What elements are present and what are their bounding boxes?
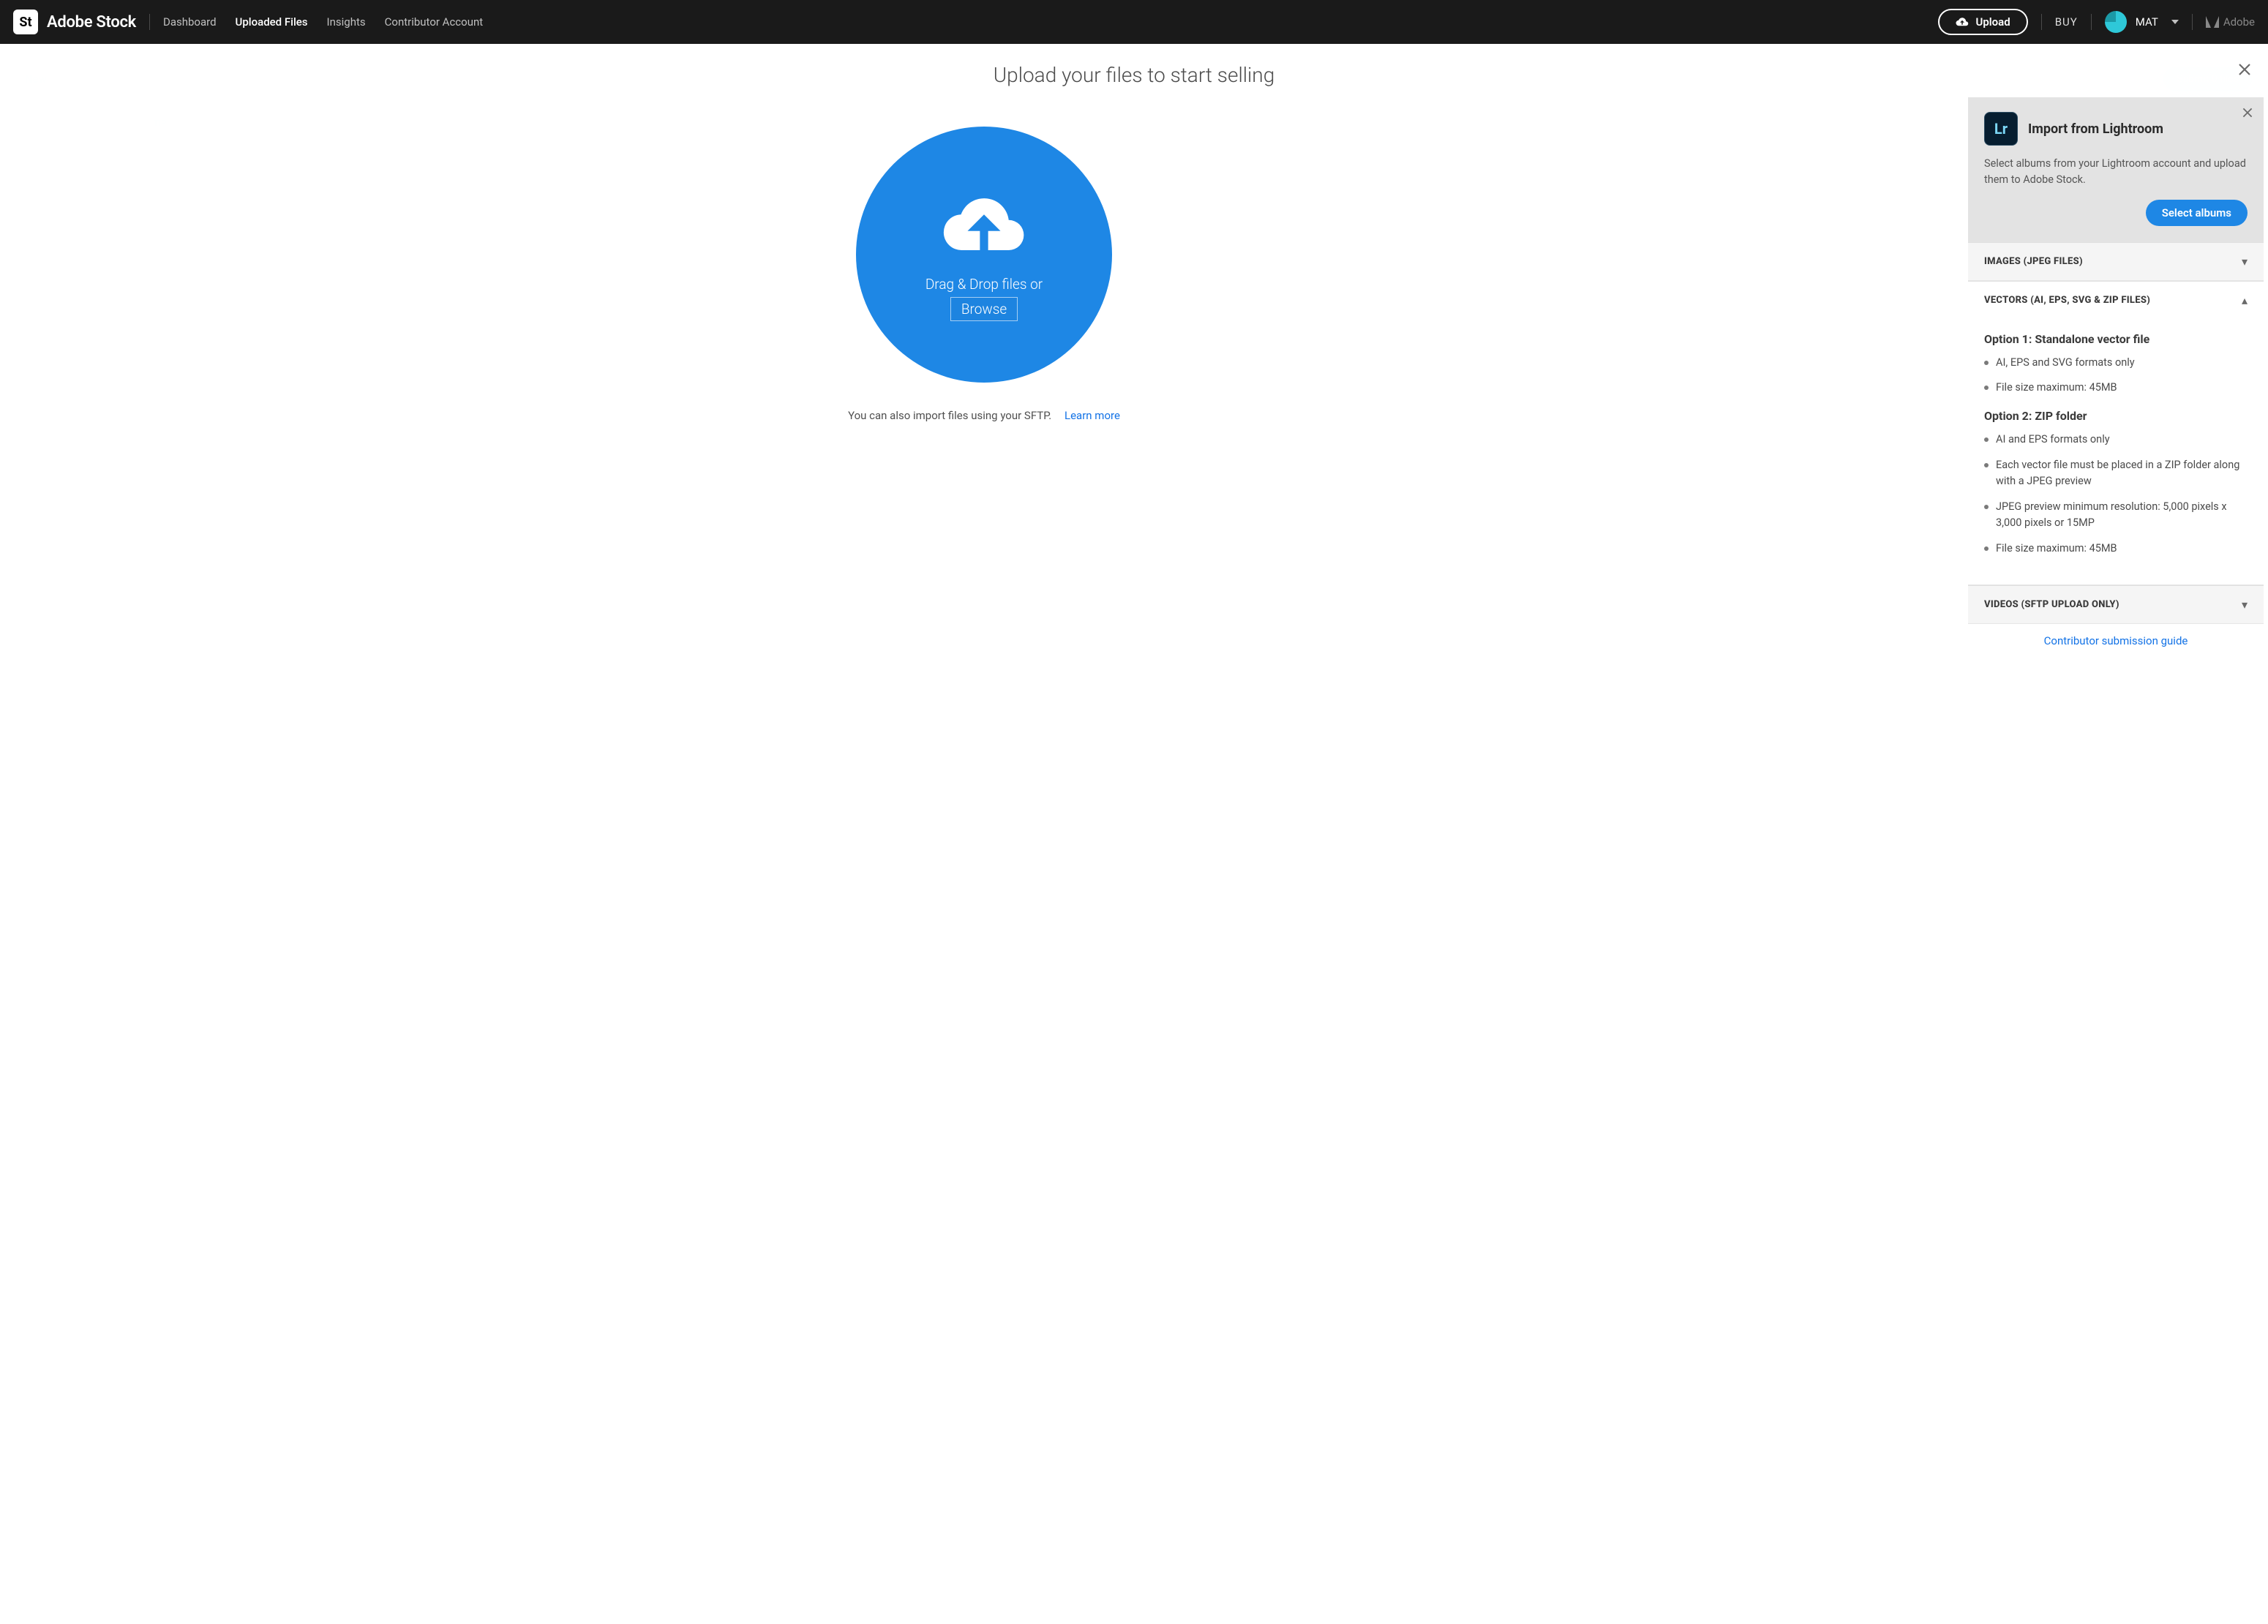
vectors-option2-bullet: File size maximum: 45MB xyxy=(1984,541,2248,557)
logo-block[interactable]: St Adobe Stock xyxy=(13,10,136,34)
browse-button[interactable]: Browse xyxy=(950,297,1018,321)
avatar xyxy=(2105,11,2127,33)
adobe-label: Adobe xyxy=(2223,15,2255,29)
accordion-videos-header[interactable]: VIDEOS (SFTP UPLOAD ONLY) ▾ xyxy=(1968,585,2264,623)
accordion-videos-title: VIDEOS (SFTP UPLOAD ONLY) xyxy=(1984,599,2119,610)
sftp-hint: You can also import files using your SFT… xyxy=(848,409,1120,422)
nav-insights[interactable]: Insights xyxy=(327,15,366,29)
vectors-option1-bullet: File size maximum: 45MB xyxy=(1984,380,2248,396)
lightroom-desc: Select albums from your Lightroom accoun… xyxy=(1984,156,2248,188)
submission-guide: Contributor submission guide xyxy=(1968,624,2264,650)
chevron-down-icon: ▾ xyxy=(2242,598,2248,612)
chevron-down-icon: ▾ xyxy=(2242,255,2248,268)
vectors-option2-bullet: Each vector file must be placed in a ZIP… xyxy=(1984,457,2248,490)
upload-help-pane: Lr Import from Lightroom Select albums f… xyxy=(1968,97,2268,1624)
upload-dropzone-pane: Drag & Drop files or Browse You can also… xyxy=(0,97,1968,1624)
accordion-images-title: IMAGES (JPEG FILES) xyxy=(1984,256,2083,267)
nav-uploaded-files[interactable]: Uploaded Files xyxy=(236,15,308,29)
logo-text: Adobe Stock xyxy=(47,13,136,31)
nav-contributor-account[interactable]: Contributor Account xyxy=(385,15,484,29)
buy-link[interactable]: BUY xyxy=(2055,15,2078,29)
accordion-vectors: VECTORS (AI, EPS, SVG & ZIP FILES) ▴ Opt… xyxy=(1968,281,2264,586)
vectors-option1-bullet: AI, EPS and SVG formats only xyxy=(1984,355,2248,371)
accordion-vectors-body: Option 1: Standalone vector file AI, EPS… xyxy=(1968,319,2264,585)
sftp-text: You can also import files using your SFT… xyxy=(848,409,1051,422)
close-icon xyxy=(2242,107,2253,119)
cloud-upload-large-icon xyxy=(940,188,1028,268)
accordion-images: IMAGES (JPEG FILES) ▾ xyxy=(1968,242,2264,281)
adobe-logo-icon xyxy=(2206,16,2219,28)
accordion-vectors-header[interactable]: VECTORS (AI, EPS, SVG & ZIP FILES) ▴ xyxy=(1968,281,2264,319)
lightroom-icon: Lr xyxy=(1984,112,2018,146)
adobe-stock-logo-icon: St xyxy=(13,10,38,34)
vectors-option1-title: Option 1: Standalone vector file xyxy=(1984,332,2248,346)
cloud-upload-icon xyxy=(1956,17,1969,27)
dropzone-text: Drag & Drop files or xyxy=(925,276,1043,293)
select-albums-button[interactable]: Select albums xyxy=(2146,200,2248,226)
modal-header: Upload your files to start selling xyxy=(0,44,2268,97)
accordion-videos: VIDEOS (SFTP UPLOAD ONLY) ▾ xyxy=(1968,585,2264,624)
modal-title: Upload your files to start selling xyxy=(994,63,1275,87)
divider xyxy=(2192,14,2193,30)
chevron-up-icon: ▴ xyxy=(2242,293,2248,307)
vectors-option2-title: Option 2: ZIP folder xyxy=(1984,409,2248,423)
upload-button[interactable]: Upload xyxy=(1938,9,2028,35)
lightroom-card: Lr Import from Lightroom Select albums f… xyxy=(1968,97,2264,242)
lightroom-title: Import from Lightroom xyxy=(2028,121,2163,137)
divider xyxy=(149,14,150,30)
vectors-option2-bullet: AI and EPS formats only xyxy=(1984,432,2248,448)
upload-button-label: Upload xyxy=(1976,15,2010,29)
vectors-option2-bullet: JPEG preview minimum resolution: 5,000 p… xyxy=(1984,499,2248,532)
accordion-vectors-title: VECTORS (AI, EPS, SVG & ZIP FILES) xyxy=(1984,295,2150,306)
main-nav: Dashboard Uploaded Files Insights Contri… xyxy=(163,15,483,29)
divider xyxy=(2091,14,2092,30)
nav-dashboard[interactable]: Dashboard xyxy=(163,15,217,29)
divider xyxy=(2041,14,2042,30)
lightroom-card-close[interactable] xyxy=(2242,105,2253,123)
accordion-images-header[interactable]: IMAGES (JPEG FILES) ▾ xyxy=(1968,242,2264,280)
adobe-link[interactable]: Adobe xyxy=(2206,15,2255,29)
learn-more-link[interactable]: Learn more xyxy=(1064,409,1120,422)
close-icon xyxy=(2237,62,2252,77)
submission-guide-link[interactable]: Contributor submission guide xyxy=(2044,634,2188,647)
user-name: MAT xyxy=(2136,15,2158,29)
dropzone[interactable]: Drag & Drop files or Browse xyxy=(856,127,1112,383)
app-header: St Adobe Stock Dashboard Uploaded Files … xyxy=(0,0,2268,44)
upload-modal: Upload your files to start selling Drag … xyxy=(0,44,2268,1624)
chevron-down-icon xyxy=(2171,20,2179,24)
close-modal-button[interactable] xyxy=(2237,61,2252,80)
user-menu[interactable]: MAT xyxy=(2105,11,2179,33)
